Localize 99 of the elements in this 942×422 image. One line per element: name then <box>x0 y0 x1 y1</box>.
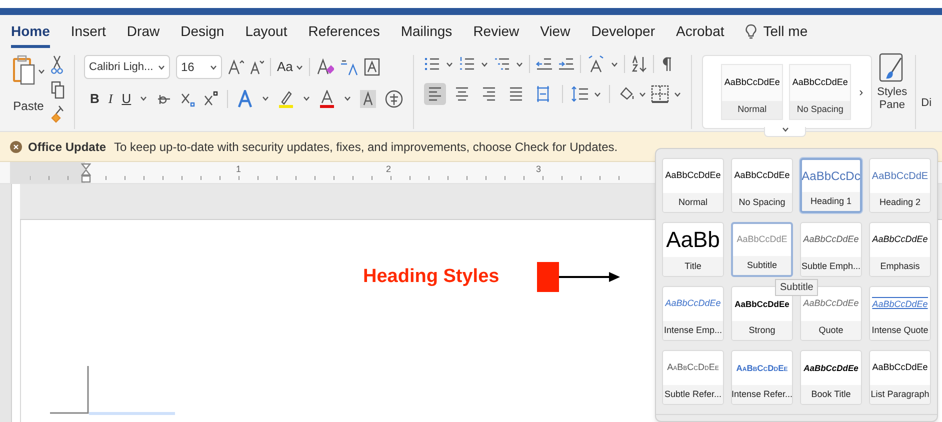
caret-icon[interactable] <box>296 64 303 70</box>
text-effects-icon[interactable] <box>237 90 254 108</box>
font-color-icon[interactable] <box>319 90 336 108</box>
character-border-icon[interactable] <box>364 58 380 76</box>
update-message: To keep up-to-date with security updates, fixes, and improvements, choose Check for Updates. <box>114 138 618 156</box>
style-option[interactable]: AaBbCcDdEe No Spacing <box>789 64 852 120</box>
ruler-number: 3 <box>536 163 542 176</box>
enclose-character-icon[interactable] <box>385 90 404 108</box>
next-arrow[interactable]: › <box>859 83 864 101</box>
paste-button[interactable]: Paste <box>13 97 44 115</box>
styles-pane-icon[interactable] <box>879 53 906 83</box>
style-option[interactable]: AaBbCcDc Heading 1 <box>800 158 862 213</box>
style-option[interactable]: AaBbCcDdEe Emphasis <box>869 222 931 277</box>
shading-icon[interactable] <box>360 90 376 108</box>
ribbon-button-label[interactable]: Di <box>921 95 932 112</box>
indent-marker-icon[interactable] <box>81 163 91 183</box>
align-center-icon <box>454 85 470 103</box>
ribbon-tab[interactable]: Acrobat <box>676 15 724 48</box>
caret-icon[interactable] <box>674 92 682 96</box>
text-direction-icon[interactable] <box>587 55 606 73</box>
bold-button[interactable]: B <box>90 89 100 108</box>
lightbulb-icon[interactable] <box>745 24 758 40</box>
paint-bucket-icon[interactable] <box>618 86 634 102</box>
line-spacing-icon[interactable] <box>571 86 590 102</box>
superscript-icon[interactable] <box>204 90 218 107</box>
align-distributed-icon <box>535 85 552 103</box>
pilcrow-icon[interactable] <box>660 56 672 72</box>
clear-formatting-icon[interactable] <box>316 58 334 76</box>
arrow-icon[interactable] <box>559 271 622 283</box>
align-right-icon <box>481 85 498 103</box>
caret-icon[interactable] <box>594 92 602 96</box>
crop-mark <box>50 366 90 414</box>
style-option[interactable]: AaBbCcDdEe Normal <box>721 64 784 120</box>
ribbon-tab[interactable]: Design <box>180 15 224 48</box>
annotation-label: Heading Styles <box>363 264 500 289</box>
change-case-button[interactable]: Aa <box>277 57 303 77</box>
caret-icon[interactable] <box>210 64 217 70</box>
grow-font-icon[interactable] <box>228 59 244 75</box>
style-option[interactable]: AaBbCcDdE Subtitle <box>731 222 793 277</box>
styles-pane-button[interactable]: Styles Pane <box>874 86 910 112</box>
caret-icon[interactable] <box>38 68 45 74</box>
caret-icon[interactable] <box>516 62 524 66</box>
style-option[interactable]: AaBbCcDdE Heading 2 <box>869 158 931 213</box>
caret-icon[interactable] <box>158 64 165 70</box>
ribbon-tab[interactable]: View <box>540 15 570 48</box>
update-title: Office Update <box>28 138 106 156</box>
phonetic-guide-icon[interactable] <box>340 58 358 76</box>
increase-indent-icon[interactable] <box>558 56 574 72</box>
align-left-icon <box>427 85 444 103</box>
sort-icon[interactable] <box>631 55 648 73</box>
ribbon-tab[interactable]: References <box>308 15 380 48</box>
style-option[interactable]: AaBbCcDdEe Intense Emp... <box>662 286 724 341</box>
multilevel-list-icon[interactable] <box>494 56 510 72</box>
style-option[interactable]: AaBbCcDdEe Subtle Emph... <box>800 222 862 277</box>
caret-icon[interactable] <box>782 127 789 132</box>
style-option[interactable]: AaBbCcDdEe Intense Quote <box>869 286 931 341</box>
tooltip: Subtitle <box>775 279 818 296</box>
style-option[interactable]: AaBbCcDdEe No Spacing <box>731 158 793 213</box>
style-option[interactable]: AaBbCcDdEe Book Title <box>800 350 862 405</box>
marker-square <box>537 262 560 292</box>
highlight-icon[interactable] <box>278 90 294 108</box>
caret-icon[interactable] <box>262 96 270 102</box>
ribbon-tab[interactable]: Layout <box>245 15 288 48</box>
caret-icon[interactable] <box>140 96 148 102</box>
tell-me-link[interactable]: Tell me <box>763 21 808 42</box>
style-option[interactable]: AaBbCcDdEe Subtle Refer... <box>662 350 724 405</box>
ruler-number: 2 <box>386 163 392 176</box>
caret-icon[interactable] <box>639 92 646 96</box>
style-option[interactable]: AaBbCcDdEe Normal <box>662 158 724 213</box>
style-option[interactable]: AaBbCcDdEe List Paragraph <box>869 350 931 405</box>
caret-icon[interactable] <box>611 62 618 66</box>
underline-button[interactable]: U <box>122 89 132 108</box>
ribbon-tab[interactable]: Draw <box>126 15 160 48</box>
bullets-icon[interactable] <box>424 56 440 72</box>
caret-icon[interactable] <box>446 62 454 66</box>
decrease-indent-icon[interactable] <box>536 56 552 72</box>
align-left-button[interactable] <box>424 83 446 105</box>
ribbon-tab[interactable]: Developer <box>591 15 656 48</box>
font-size-dropdown[interactable]: 16 <box>176 55 222 79</box>
close-icon[interactable] <box>10 140 22 152</box>
align-justify-icon <box>508 85 524 103</box>
style-option[interactable]: AaBbCcDdEe Intense Refer... <box>731 350 793 405</box>
clipboard-icon[interactable] <box>12 55 36 87</box>
caret-icon[interactable] <box>481 62 488 66</box>
ribbon-tab[interactable]: Mailings <box>400 15 452 48</box>
caret-icon[interactable] <box>303 96 310 102</box>
font-name-dropdown[interactable]: Calibri Ligh... <box>84 55 170 79</box>
scissors-icon[interactable] <box>51 55 63 75</box>
numbering-icon[interactable] <box>459 56 476 72</box>
ribbon-tab[interactable]: Review <box>473 15 520 48</box>
ribbon-tab[interactable]: Insert <box>70 15 106 48</box>
italic-button[interactable]: I <box>108 89 113 108</box>
caret-icon[interactable] <box>344 96 352 102</box>
ruler-number: 1 <box>236 163 242 176</box>
borders-icon[interactable] <box>651 85 670 103</box>
style-option[interactable]: AaBb Title <box>662 222 724 277</box>
brush-icon[interactable] <box>51 105 65 123</box>
copy-icon[interactable] <box>51 81 65 99</box>
shrink-font-icon[interactable] <box>250 59 264 75</box>
